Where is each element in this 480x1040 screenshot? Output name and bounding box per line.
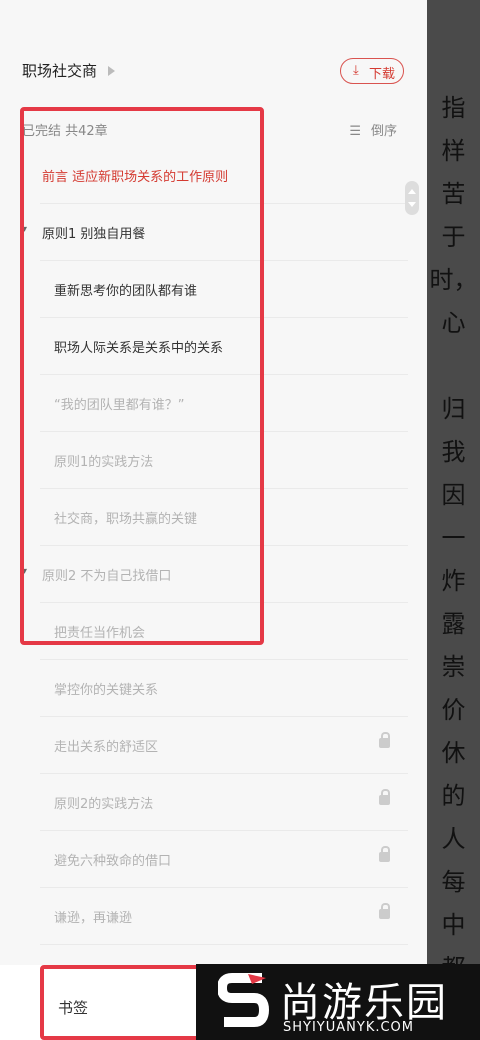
- reader-char: 归: [441, 395, 466, 423]
- chapter-item[interactable]: 原则1的实践方法: [40, 433, 408, 489]
- chapter-label: 原则1 别独自用餐: [42, 227, 146, 242]
- sort-label: 倒序: [370, 124, 397, 139]
- download-button[interactable]: ⤓ 下载: [340, 58, 404, 84]
- reader-char: 因: [441, 481, 466, 509]
- book-status: 已完结 共42章: [22, 124, 108, 139]
- chevron-down-icon[interactable]: ▾: [22, 566, 27, 577]
- chapter-label: 避免六种致命的借口: [54, 854, 172, 869]
- book-title[interactable]: 职场社交商: [22, 60, 97, 81]
- reader-char: 一: [441, 524, 466, 552]
- chapter-label: 掌控你的关键关系: [54, 683, 159, 698]
- reader-char: 苦: [441, 180, 466, 208]
- chapter-item[interactable]: 社交商，职场共赢的关键: [40, 490, 408, 546]
- reader-char: 心: [441, 309, 466, 337]
- drawer-header: 职场社交商 ⤓ 下载: [0, 0, 427, 105]
- scroll-handle[interactable]: [405, 181, 419, 215]
- chapter-item[interactable]: 重新思考你的团队都有谁: [40, 262, 408, 318]
- reader-char: 露: [441, 610, 466, 638]
- reader-text: 指样苦于时，心归我因一炸露崇价休的人每中都: [427, 0, 480, 1040]
- download-label: 下载: [369, 67, 396, 82]
- reader-char: 人: [441, 825, 466, 853]
- tab-bookmarks[interactable]: 书签: [58, 997, 88, 1018]
- chapter-label: 前言 适应新职场关系的工作原则: [42, 170, 229, 185]
- reader-char: 于: [441, 223, 466, 251]
- toc-drawer: 职场社交商 ⤓ 下载 已完结 共42章 ☰ 倒序 前言 适应新职场关系的工作原则原…: [0, 0, 427, 1040]
- chapter-item[interactable]: 原则2的实践方法: [40, 775, 408, 831]
- chapter-label: 谦逊，再谦逊: [54, 911, 133, 926]
- lock-icon: [379, 846, 390, 862]
- chapter-label: 走出关系的舒适区: [54, 740, 159, 755]
- reader-char: 指: [441, 94, 466, 122]
- chapter-item[interactable]: 职场人际关系是关系中的关系: [40, 319, 408, 375]
- reader-char: 休: [441, 739, 466, 767]
- reader-char: 我: [441, 438, 466, 466]
- chapter-item[interactable]: 前言 适应新职场关系的工作原则: [40, 148, 408, 204]
- watermark-url: SHYIYUANYK.COM: [283, 1020, 414, 1035]
- reader-char: 炸: [441, 567, 466, 595]
- watermark-logo: [218, 973, 270, 1027]
- chapter-item[interactable]: “我的团队里都有谁？”: [40, 376, 408, 432]
- reader-char: 的: [441, 782, 466, 810]
- chevron-right-icon[interactable]: [108, 66, 115, 76]
- chapter-item[interactable]: 把责任当作机会: [40, 604, 408, 660]
- reader-char: 时，: [429, 266, 478, 294]
- reader-char: 崇: [441, 653, 466, 681]
- chapter-label: 原则2 不为自己找借口: [42, 569, 172, 584]
- chapter-label: “我的团队里都有谁？”: [54, 398, 185, 413]
- chapter-label: 原则2的实践方法: [54, 797, 154, 812]
- lock-icon: [379, 903, 390, 919]
- lock-icon: [379, 789, 390, 805]
- reader-char: 每: [441, 868, 466, 896]
- chapter-label: 把责任当作机会: [54, 626, 146, 641]
- chapter-item[interactable]: 走出关系的舒适区: [40, 718, 408, 774]
- chapter-item[interactable]: 原则1 别独自用餐: [40, 205, 408, 261]
- reader-char: 中: [441, 911, 466, 939]
- chapter-item[interactable]: 掌控你的关键关系: [40, 661, 408, 717]
- chapter-label: 社交商，职场共赢的关键: [54, 512, 198, 527]
- reader-char: 样: [441, 137, 466, 165]
- reader-char: 价: [441, 696, 466, 724]
- chapter-label: 重新思考你的团队都有谁: [54, 284, 198, 299]
- chapter-item[interactable]: 谦逊，再谦逊: [40, 889, 408, 945]
- lock-icon: [379, 732, 390, 748]
- sort-icon: ☰: [349, 124, 361, 139]
- chapter-label: 职场人际关系是关系中的关系: [54, 341, 224, 356]
- chevron-down-icon[interactable]: ▾: [22, 224, 27, 235]
- chapter-label: 原则1的实践方法: [54, 455, 154, 470]
- chapter-item[interactable]: 原则2 不为自己找借口: [40, 547, 408, 603]
- download-icon: ⤓: [353, 63, 359, 78]
- sort-button[interactable]: ☰ 倒序: [349, 120, 397, 139]
- chapter-item[interactable]: 避免六种致命的借口: [40, 832, 408, 888]
